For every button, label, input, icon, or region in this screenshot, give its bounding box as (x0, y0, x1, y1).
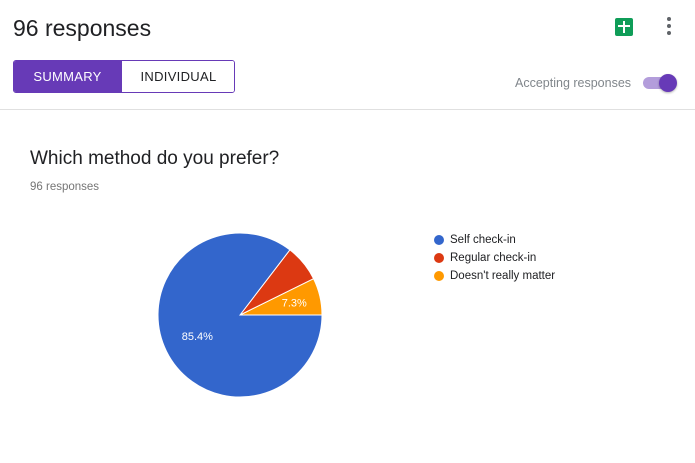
pie-data-label: 7.3% (282, 297, 307, 309)
tab-summary[interactable]: SUMMARY (14, 61, 121, 92)
legend-label: Doesn't really matter (450, 270, 556, 282)
question-title: Which method do you prefer? (30, 148, 280, 169)
legend-label: Self check-in (450, 234, 516, 246)
tab-individual[interactable]: INDIVIDUAL (121, 61, 234, 92)
legend-label: Regular check-in (450, 252, 537, 264)
accepting-responses-toggle[interactable] (641, 72, 677, 94)
form-header: 96 responses SUMMARY INDIVIDUAL Acceptin… (0, 0, 695, 110)
legend-item: Self check-in (434, 231, 555, 249)
google-sheets-icon[interactable] (615, 18, 633, 36)
toggle-thumb (659, 74, 677, 92)
pie-data-label: 85.4% (182, 331, 213, 343)
more-vert-icon[interactable] (660, 14, 678, 38)
question-response-count: 96 responses (30, 181, 100, 193)
pie-chart: 7.3% 85.4% (157, 232, 323, 398)
accepting-responses-label: Accepting responses (515, 76, 632, 90)
legend-dot (434, 271, 444, 281)
legend-item: Doesn't really matter (434, 267, 555, 285)
legend-dot (434, 235, 444, 245)
legend-dot (434, 253, 444, 263)
legend-item: Regular check-in (434, 249, 555, 267)
view-tabs: SUMMARY INDIVIDUAL (13, 60, 235, 93)
chart-legend: Self check-in Regular check-in Doesn't rea… (434, 231, 555, 285)
page-title: 96 responses (13, 15, 152, 41)
